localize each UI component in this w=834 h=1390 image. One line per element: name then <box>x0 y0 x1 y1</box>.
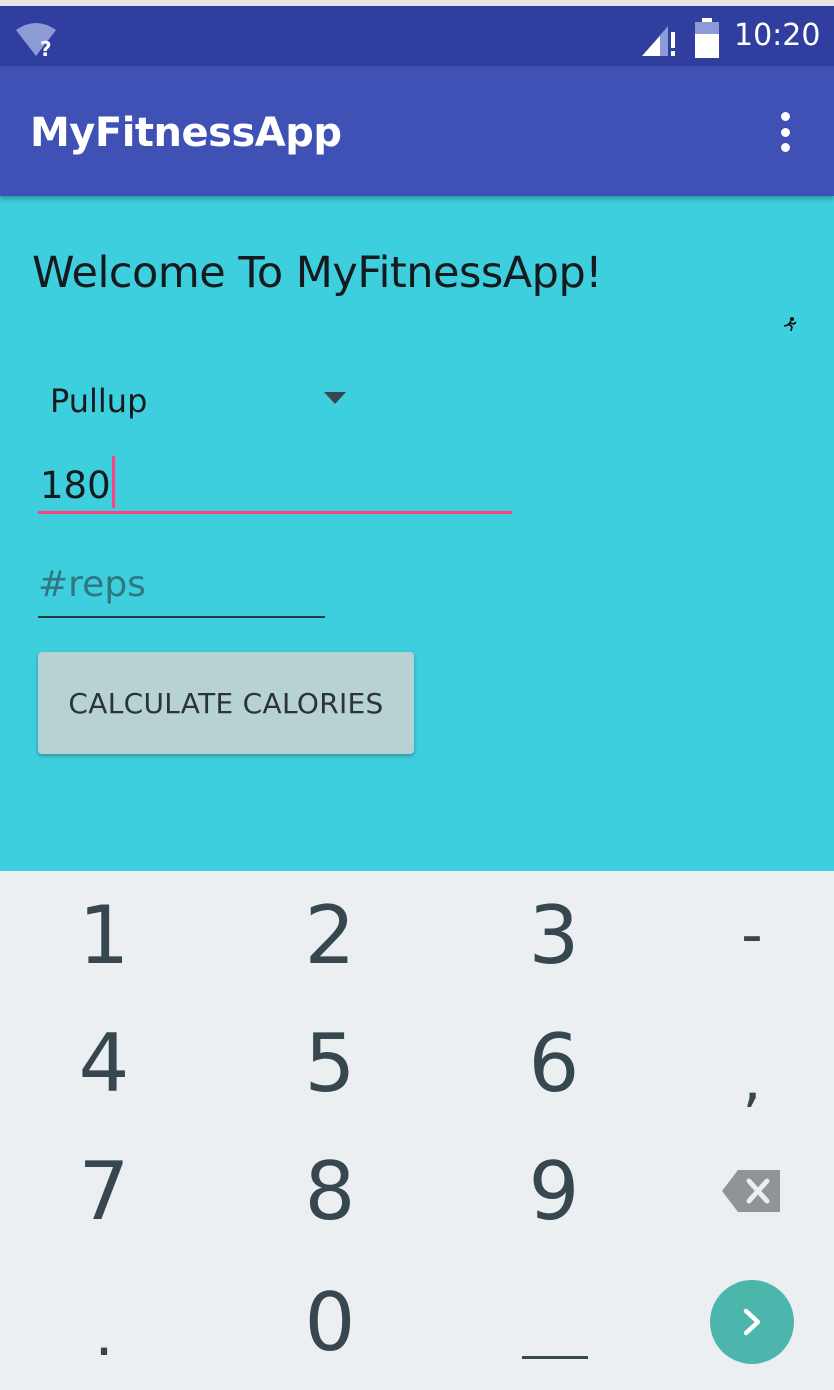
calculate-calories-button[interactable]: CALCULATE CALORIES <box>38 652 414 754</box>
weight-field-value: 180 <box>40 456 115 508</box>
key-7[interactable]: 7 <box>14 1131 194 1251</box>
menu-dot <box>780 127 790 137</box>
exercise-spinner[interactable]: Pullup <box>38 368 356 428</box>
running-person-icon <box>783 317 797 332</box>
weight-text: 180 <box>40 464 111 507</box>
next-button[interactable] <box>710 1280 794 1364</box>
app-bar: MyFitnessApp <box>0 66 834 196</box>
welcome-heading: Welcome To MyFitnessApp! <box>32 248 603 298</box>
dropdown-arrow-icon <box>324 392 346 404</box>
key-0[interactable]: 0 <box>240 1262 420 1382</box>
weight-field[interactable]: 180 <box>38 446 512 514</box>
key-period[interactable]: . <box>14 1275 194 1390</box>
battery-icon <box>695 18 719 58</box>
chevron-right-icon <box>743 1308 761 1336</box>
main-content: Welcome To MyFitnessApp! Pullup 180 CALC… <box>0 196 834 871</box>
key-8[interactable]: 8 <box>240 1131 420 1251</box>
signal-no-data-icon <box>642 26 675 56</box>
status-time: 10:20 <box>734 18 821 53</box>
key-9[interactable]: 9 <box>464 1131 644 1251</box>
menu-dot <box>780 143 790 152</box>
menu-dot <box>780 112 790 121</box>
exercise-spinner-value: Pullup <box>50 382 148 420</box>
key-comma[interactable]: , <box>662 1020 834 1140</box>
app-title: MyFitnessApp <box>30 110 342 156</box>
more-vert-icon[interactable] <box>770 110 800 154</box>
reps-field[interactable] <box>38 552 325 618</box>
svg-text:?: ? <box>40 37 52 60</box>
backspace-icon[interactable] <box>722 1170 780 1212</box>
key-3[interactable]: 3 <box>464 875 644 995</box>
key-4[interactable]: 4 <box>14 1003 194 1123</box>
key-1[interactable]: 1 <box>14 875 194 995</box>
key-5[interactable]: 5 <box>240 1003 420 1123</box>
reps-input[interactable] <box>38 558 323 610</box>
key-dash[interactable]: - <box>662 875 834 995</box>
status-bar: ? 10:20 <box>0 0 834 66</box>
key-2[interactable]: 2 <box>240 875 420 995</box>
key-6[interactable]: 6 <box>464 1003 644 1123</box>
wifi-unknown-icon: ? <box>16 23 56 60</box>
space-bar-icon[interactable] <box>522 1356 588 1359</box>
text-cursor <box>111 456 115 508</box>
